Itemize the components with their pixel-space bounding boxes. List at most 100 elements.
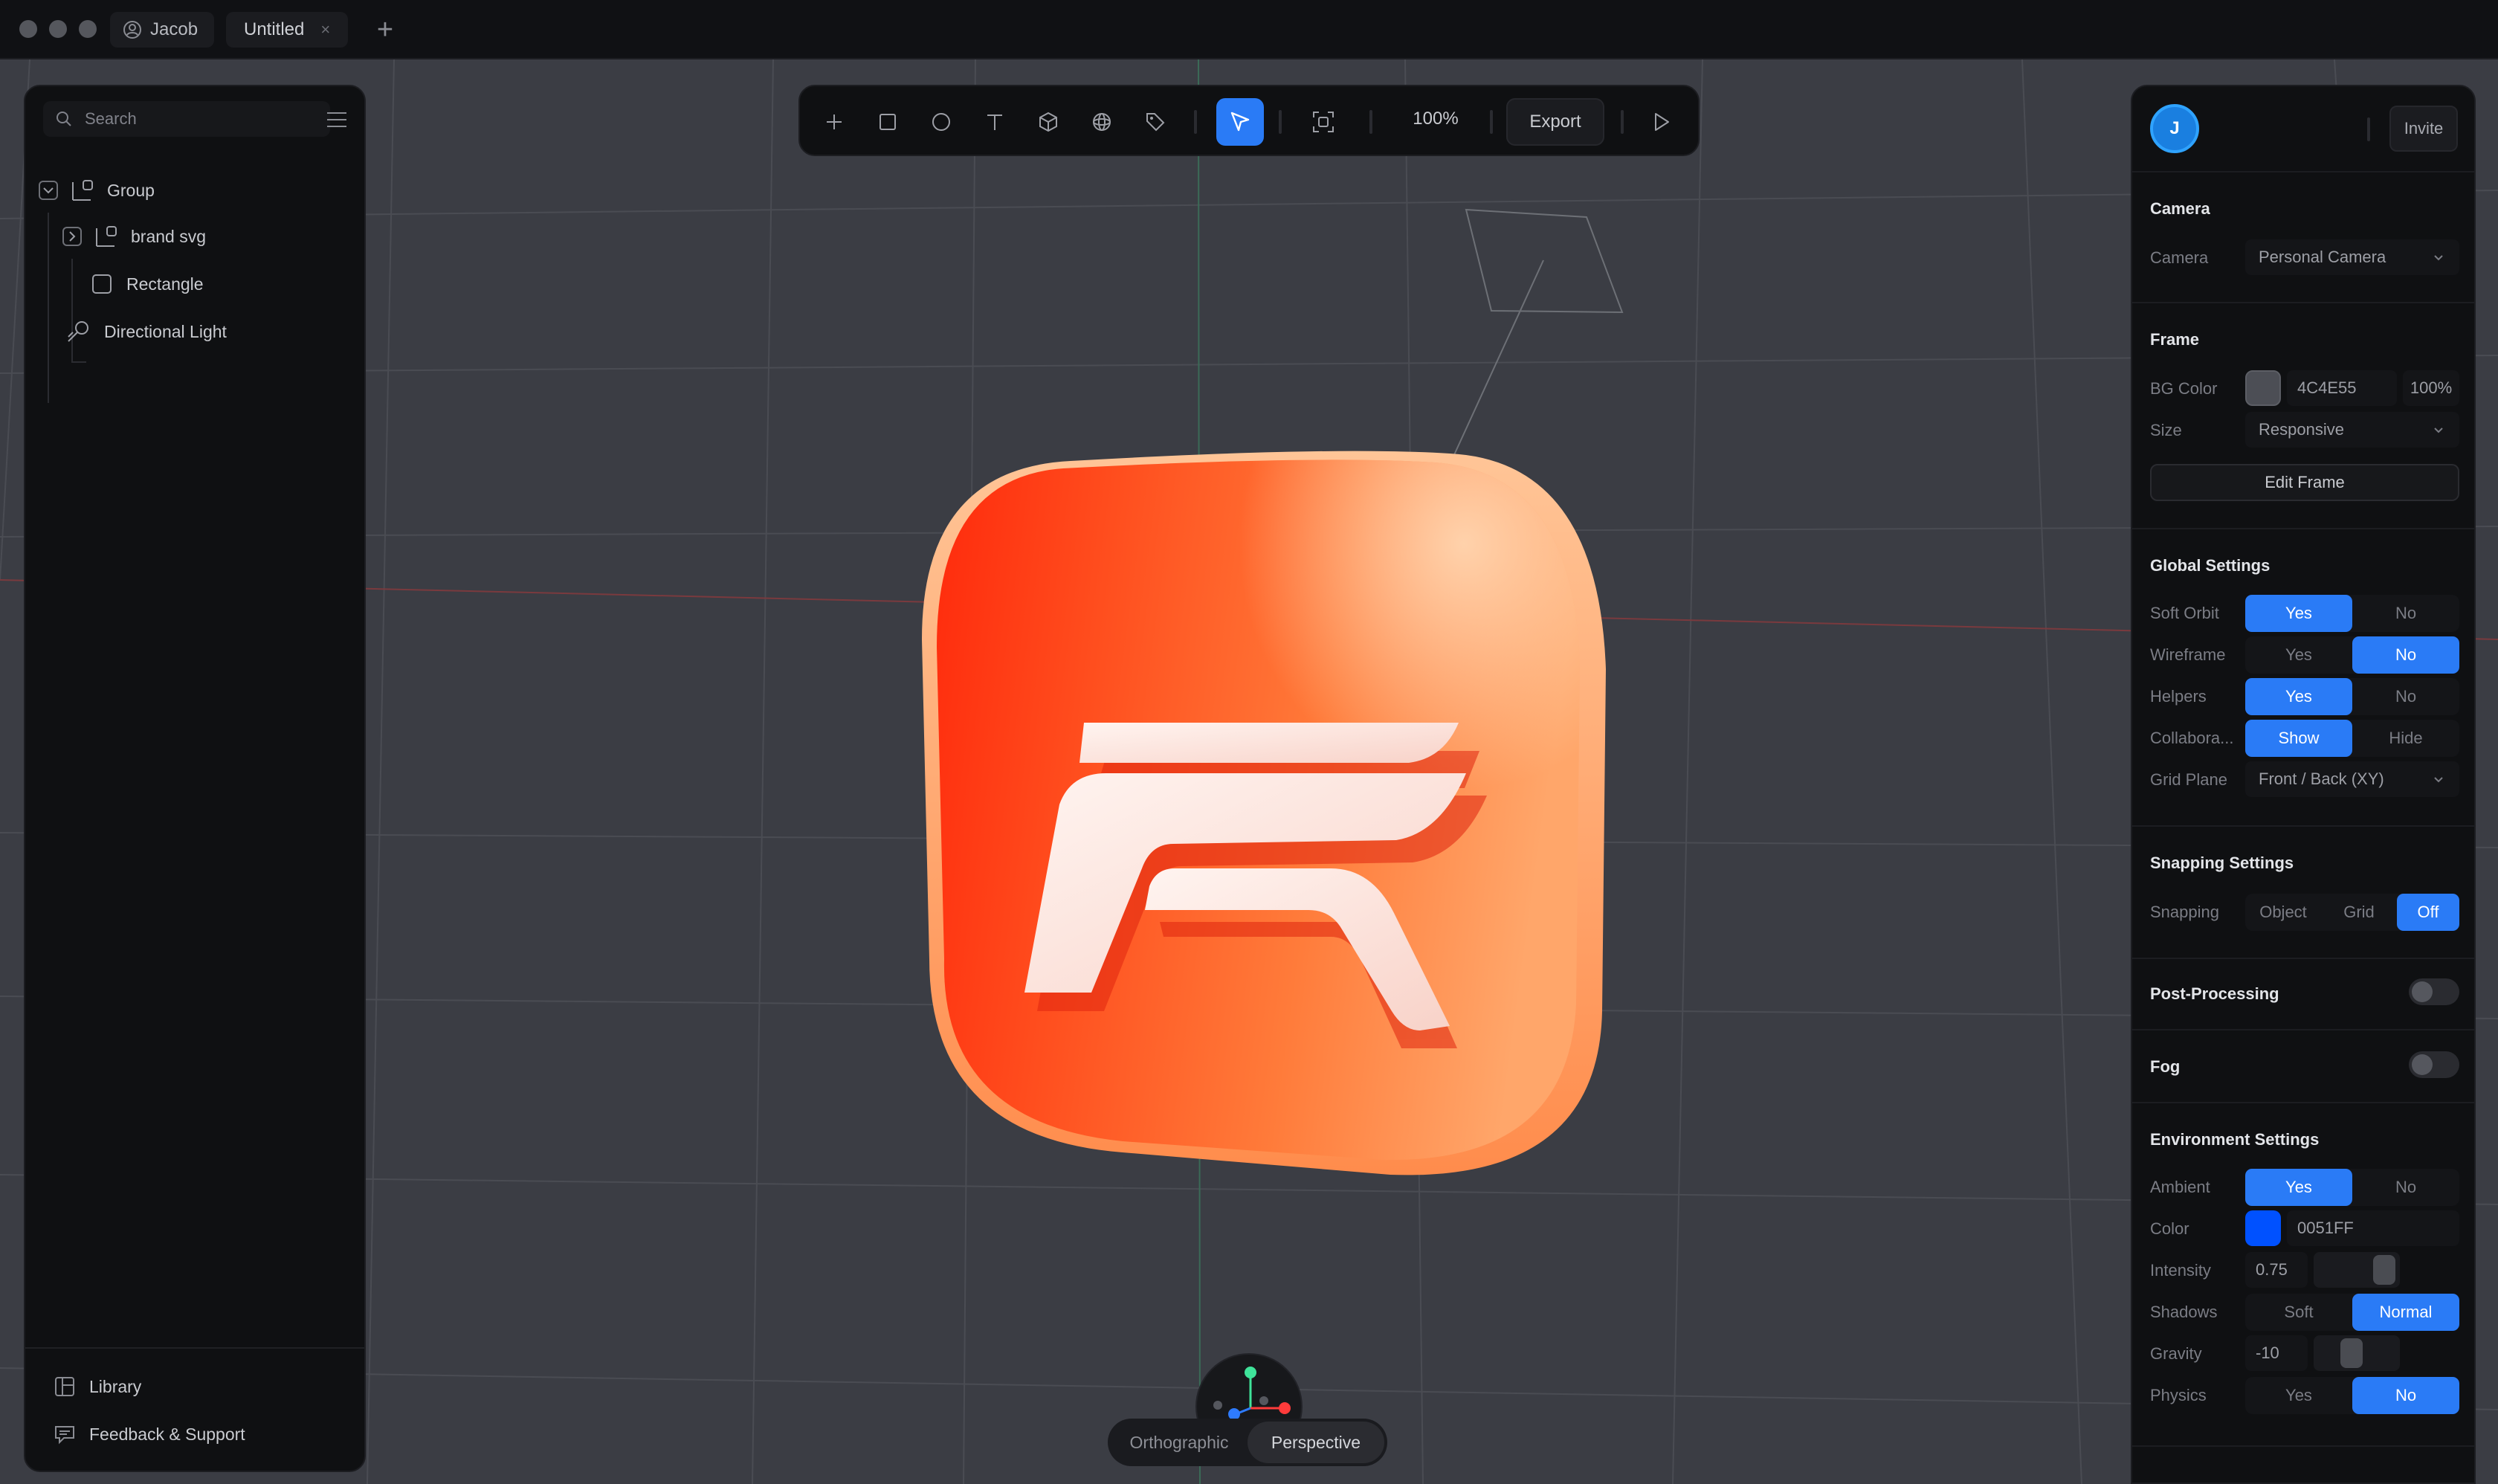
avatar[interactable]: J [2150, 104, 2199, 153]
cube-tool[interactable] [1030, 104, 1066, 140]
snapping-off[interactable]: Off [2397, 894, 2459, 931]
collaboration-toggle: Show Hide [2245, 720, 2459, 757]
shadows-normal[interactable]: Normal [2352, 1294, 2459, 1331]
bg-color-swatch[interactable] [2245, 370, 2281, 406]
group-icon [96, 226, 117, 247]
main-toolbar: 100% Export [798, 85, 1700, 156]
ambient-no[interactable]: No [2352, 1169, 2459, 1206]
ambient-yes[interactable]: Yes [2245, 1169, 2352, 1206]
window-close-button[interactable] [19, 20, 37, 38]
helpers-yes[interactable]: Yes [2245, 678, 2352, 715]
physics-yes[interactable]: Yes [2245, 1377, 2352, 1414]
collaboration-hide[interactable]: Hide [2352, 720, 2459, 757]
size-select[interactable]: Responsive [2245, 412, 2459, 448]
tag-tool[interactable] [1137, 104, 1173, 140]
snapping-grid[interactable]: Grid [2321, 894, 2397, 931]
intensity-slider[interactable] [2314, 1252, 2400, 1288]
divider [2132, 171, 2474, 172]
tree-guide [71, 361, 86, 363]
ambient-color-hex[interactable]: 0051FF [2287, 1210, 2459, 1246]
edit-frame-button[interactable]: Edit Frame [2150, 464, 2459, 501]
frame-focus-icon [1313, 112, 1334, 132]
brand-3d-object[interactable] [914, 446, 1613, 1197]
chevron-down-icon [2434, 255, 2443, 261]
layer-group[interactable]: Group [37, 175, 155, 205]
chevron-down-icon[interactable] [37, 179, 59, 201]
text-icon [987, 114, 1002, 130]
shadows-toggle: Soft Normal [2245, 1294, 2459, 1331]
grid-plane-label: Grid Plane [2150, 770, 2227, 789]
search-box[interactable] [43, 101, 330, 137]
play-button[interactable] [1643, 104, 1679, 140]
slider-thumb[interactable] [2373, 1255, 2395, 1285]
physics-no[interactable]: No [2352, 1377, 2459, 1414]
wireframe-no[interactable]: No [2352, 636, 2459, 674]
add-tool[interactable] [816, 104, 852, 140]
divider [2132, 825, 2474, 827]
export-button[interactable]: Export [1506, 98, 1604, 146]
menu-icon[interactable] [324, 107, 349, 132]
canvas-viewport[interactable] [0, 59, 2498, 1484]
soft-orbit-no[interactable]: No [2352, 595, 2459, 632]
gravity-value[interactable]: -10 [2245, 1335, 2308, 1371]
divider [2132, 528, 2474, 529]
invite-button[interactable]: Invite [2389, 106, 2458, 152]
select-cursor-icon [1230, 112, 1250, 132]
chevron-right-icon[interactable] [61, 225, 83, 248]
zoom-level[interactable]: 100% [1395, 109, 1476, 129]
size-select-value: Responsive [2259, 420, 2344, 439]
grid-plane-select[interactable]: Front / Back (XY) [2245, 761, 2459, 797]
search-input[interactable] [85, 109, 308, 129]
slider-thumb[interactable] [2340, 1338, 2363, 1368]
helpers-no[interactable]: No [2352, 678, 2459, 715]
gravity-slider[interactable] [2314, 1335, 2400, 1371]
ambient-color-swatch[interactable] [2245, 1210, 2281, 1246]
user-chip[interactable]: Jacob [110, 12, 214, 48]
divider [2367, 117, 2370, 141]
focus-tool[interactable] [1306, 104, 1341, 140]
window-zoom-button[interactable] [79, 20, 97, 38]
sphere-tool[interactable] [1084, 104, 1120, 140]
chevron-down-icon [2434, 428, 2443, 433]
fog-switch[interactable] [2409, 1051, 2459, 1078]
bg-opacity[interactable]: 100% [2403, 370, 2459, 406]
new-tab-button[interactable]: + [367, 12, 403, 48]
text-tool[interactable] [977, 104, 1013, 140]
frame-section-title: Frame [2150, 330, 2200, 349]
orthographic-option[interactable]: Orthographic [1111, 1422, 1248, 1463]
divider [2132, 1029, 2474, 1030]
size-label: Size [2150, 421, 2182, 439]
collaboration-show[interactable]: Show [2245, 720, 2352, 757]
document-tab[interactable]: Untitled × [226, 12, 348, 48]
rectangle-tool[interactable] [870, 104, 906, 140]
intensity-value[interactable]: 0.75 [2245, 1252, 2308, 1288]
camera-select[interactable]: Personal Camera [2245, 239, 2459, 275]
rectangle-icon [880, 114, 896, 130]
bg-color-hex[interactable]: 4C4E55 [2287, 370, 2397, 406]
wireframe-toggle: Yes No [2245, 636, 2459, 674]
document-tab-title: Untitled [244, 19, 305, 39]
post-processing-switch[interactable] [2409, 978, 2459, 1005]
shadows-soft[interactable]: Soft [2245, 1294, 2352, 1331]
snapping-object[interactable]: Object [2245, 894, 2321, 931]
soft-orbit-yes[interactable]: Yes [2245, 595, 2352, 632]
window-minimize-button[interactable] [49, 20, 67, 38]
ellipse-tool[interactable] [923, 104, 959, 140]
bg-color-label: BG Color [2150, 379, 2218, 398]
layer-brand-svg[interactable]: brand svg [61, 222, 206, 251]
layer-directional-light[interactable]: Directional Light [65, 317, 227, 346]
perspective-option[interactable]: Perspective [1248, 1422, 1384, 1463]
snapping-label: Snapping [2150, 903, 2219, 921]
library-button[interactable]: Library [54, 1375, 141, 1398]
tab-close-icon[interactable]: × [320, 20, 330, 39]
shadows-label: Shadows [2150, 1303, 2218, 1321]
collaboration-label: Collabora... [2150, 729, 2234, 747]
post-processing-title: Post-Processing [2150, 984, 2279, 1003]
layer-rectangle[interactable]: Rectangle [91, 269, 204, 299]
camera-label: Camera [2150, 248, 2209, 267]
physics-toggle: Yes No [2245, 1377, 2459, 1414]
wireframe-yes[interactable]: Yes [2245, 636, 2352, 674]
feedback-button[interactable]: Feedback & Support [54, 1423, 245, 1445]
layer-label: brand svg [131, 226, 207, 246]
select-tool[interactable] [1216, 98, 1264, 146]
